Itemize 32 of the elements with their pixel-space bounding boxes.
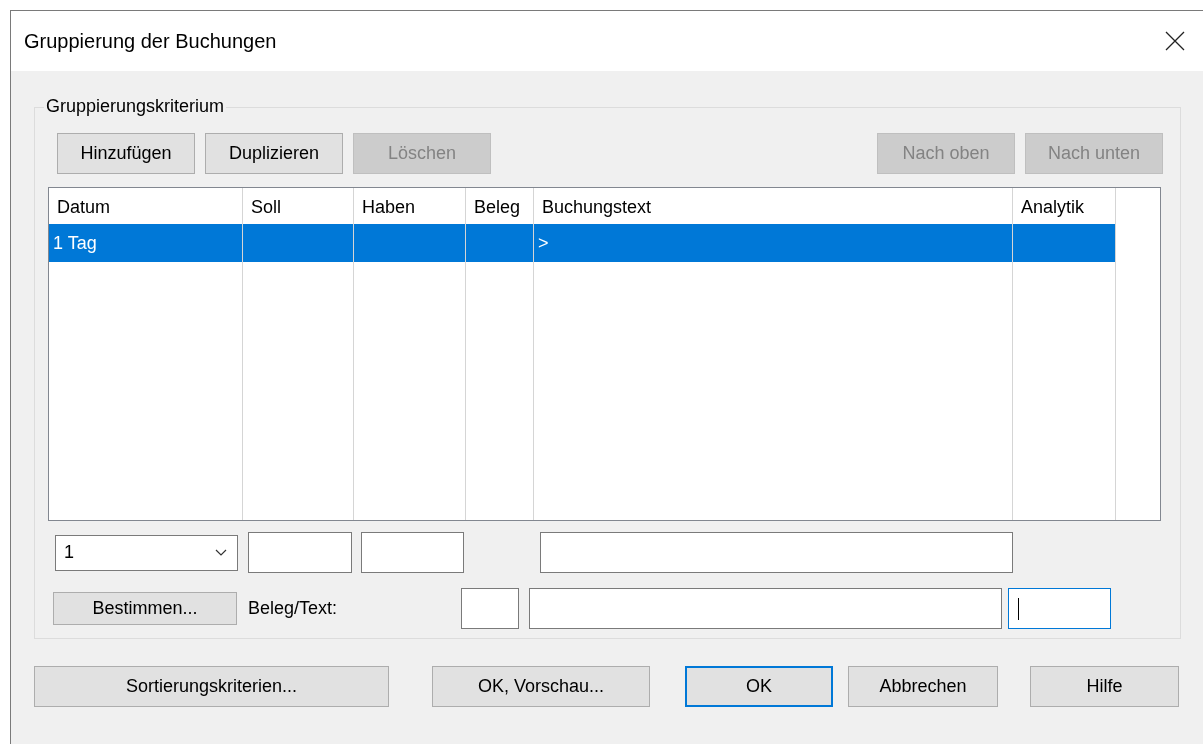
input-field[interactable]	[540, 532, 1013, 573]
table-cell[interactable]: >	[534, 224, 1012, 262]
column-header[interactable]: Analytik	[1013, 188, 1115, 224]
table-cell[interactable]	[1013, 224, 1115, 262]
dialog-button[interactable]: OK, Vorschau...	[432, 666, 650, 707]
input-field[interactable]	[248, 532, 352, 573]
toolbar-button[interactable]: Hinzufügen	[57, 133, 195, 174]
group-title: Gruppierungskriterium	[44, 96, 227, 117]
dialog-button[interactable]: Abbrechen	[848, 666, 998, 707]
window-title: Gruppierung der Buchungen	[24, 29, 277, 53]
input-field[interactable]	[461, 588, 519, 629]
field-label: Beleg/Text:	[248, 598, 339, 619]
dialog-button[interactable]: OK	[685, 666, 833, 707]
column-header[interactable]: Haben	[354, 188, 465, 224]
input-field[interactable]	[361, 532, 464, 573]
input-field[interactable]	[1008, 588, 1111, 629]
column-header[interactable]: Beleg	[466, 188, 533, 224]
column-header[interactable]: Soll	[243, 188, 353, 224]
column-header[interactable]: Datum	[49, 188, 242, 224]
table-cell[interactable]: 1 Tag	[49, 224, 242, 262]
toolbar-button[interactable]: Duplizieren	[205, 133, 343, 174]
close-icon[interactable]	[1165, 31, 1185, 51]
dropdown[interactable]: 1	[55, 534, 238, 571]
table-cell[interactable]	[354, 224, 465, 262]
dialog-button[interactable]: Sortierungskriterien...	[34, 666, 389, 707]
dialog-button[interactable]: Hilfe	[1030, 666, 1179, 707]
column-header[interactable]: Buchungstext	[534, 188, 1012, 224]
table-cell[interactable]	[243, 224, 353, 262]
input-field[interactable]	[529, 588, 1002, 629]
determine-button[interactable]: Bestimmen...	[53, 592, 237, 625]
chevron-down-icon	[215, 549, 227, 556]
table-cell[interactable]	[466, 224, 533, 262]
